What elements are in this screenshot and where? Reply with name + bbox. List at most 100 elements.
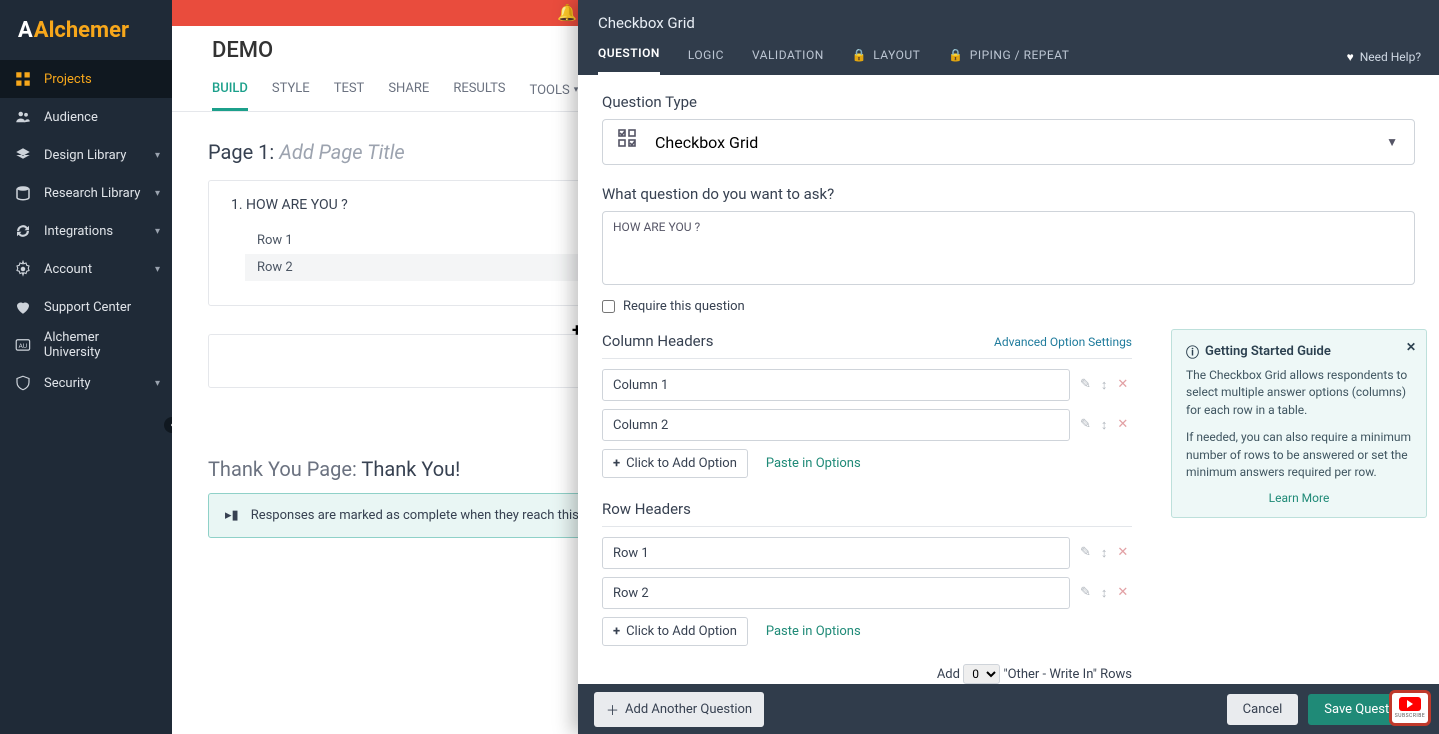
sidebar-item-label: Support Center xyxy=(44,300,131,315)
heart-icon: ♥ xyxy=(1347,50,1354,64)
bell-icon[interactable]: 🔔 xyxy=(557,3,577,22)
advanced-option-settings-link[interactable]: Advanced Option Settings xyxy=(994,335,1132,349)
sidebar-item-label: Projects xyxy=(44,72,92,87)
column-option-row: ✎ ↕ ✕ xyxy=(602,409,1132,441)
modal-title: Checkbox Grid xyxy=(598,14,1419,32)
au-icon: AU xyxy=(14,336,32,354)
delete-icon[interactable]: ✕ xyxy=(1117,377,1128,393)
add-another-question-button[interactable]: ＋Add Another Question xyxy=(594,692,764,727)
sidebar-item-research-library[interactable]: Research Library ▾ xyxy=(0,174,172,212)
sidebar-item-label: Security xyxy=(44,376,91,391)
sidebar-item-university[interactable]: AU Alchemer University xyxy=(0,326,172,364)
modal-tab-question[interactable]: QUESTION xyxy=(598,46,660,75)
delete-icon[interactable]: ✕ xyxy=(1117,585,1128,601)
sidebar-item-audience[interactable]: Audience xyxy=(0,98,172,136)
chevron-down-icon: ▾ xyxy=(155,226,160,237)
info-icon: ⓘ xyxy=(1186,342,1199,361)
heart-icon xyxy=(14,298,32,316)
tab-test[interactable]: TEST xyxy=(334,81,365,111)
require-checkbox[interactable] xyxy=(602,300,615,313)
modal-header: Checkbox Grid QUESTION LOGIC VALIDATION … xyxy=(578,0,1439,75)
close-icon[interactable]: ✕ xyxy=(1406,340,1416,354)
edit-icon[interactable]: ✎ xyxy=(1080,545,1091,561)
modal-tab-layout[interactable]: 🔒LAYOUT xyxy=(852,46,921,75)
sidebar-item-support[interactable]: Support Center xyxy=(0,288,172,326)
youtube-play-icon xyxy=(1399,697,1421,711)
row-option-input[interactable] xyxy=(602,537,1070,569)
edit-icon[interactable]: ✎ xyxy=(1080,377,1091,393)
move-icon[interactable]: ↕ xyxy=(1101,417,1108,433)
youtube-subscribe-label: SUBSCRIBE xyxy=(1395,713,1425,719)
column-option-input[interactable] xyxy=(602,369,1070,401)
question-text-input[interactable]: HOW ARE YOU ? xyxy=(602,211,1415,285)
sidebar-item-label: Design Library xyxy=(44,148,126,163)
modal-tab-validation[interactable]: VALIDATION xyxy=(752,46,824,75)
plus-icon: ＋ xyxy=(606,700,619,719)
move-icon[interactable]: ↕ xyxy=(1101,545,1108,561)
people-icon xyxy=(14,108,32,126)
delete-icon[interactable]: ✕ xyxy=(1117,545,1128,561)
modal-tab-piping[interactable]: 🔒PIPING / REPEAT xyxy=(948,46,1069,75)
caret-down-icon: ▼ xyxy=(1386,135,1398,149)
column-option-input[interactable] xyxy=(602,409,1070,441)
tab-share[interactable]: SHARE xyxy=(388,81,429,111)
database-icon xyxy=(14,184,32,202)
learn-more-link[interactable]: Learn More xyxy=(1186,491,1412,505)
sidebar-item-label: Account xyxy=(44,262,92,277)
getting-started-guide: ✕ ⓘGetting Started Guide The Checkbox Gr… xyxy=(1171,329,1427,518)
chevron-down-icon: ▾ xyxy=(155,264,160,275)
question-type-select[interactable]: Checkbox Grid ▼ xyxy=(602,119,1415,165)
need-help-link[interactable]: ♥Need Help? xyxy=(1347,50,1421,64)
edit-icon[interactable]: ✎ xyxy=(1080,585,1091,601)
question-type-label: Question Type xyxy=(602,93,1415,111)
row-option-input[interactable] xyxy=(602,577,1070,609)
modal-footer: ＋Add Another Question Cancel Save Questi… xyxy=(578,684,1439,734)
move-icon[interactable]: ↕ xyxy=(1101,585,1108,601)
logo-text: AAlchemer xyxy=(18,18,129,43)
layers-icon xyxy=(14,146,32,164)
sidebar-item-projects[interactable]: Projects xyxy=(0,60,172,98)
tab-build[interactable]: BUILD xyxy=(212,81,248,111)
guide-title: ⓘGetting Started Guide xyxy=(1186,342,1412,361)
tab-tools[interactable]: TOOLS▾ xyxy=(530,81,579,111)
move-icon[interactable]: ↕ xyxy=(1101,377,1108,393)
paste-columns-link[interactable]: Paste in Options xyxy=(766,456,861,471)
guide-text: If needed, you can also require a minimu… xyxy=(1186,429,1412,481)
shield-icon xyxy=(14,374,32,392)
lock-icon: 🔒 xyxy=(852,48,867,62)
guide-text: The Checkbox Grid allows respondents to … xyxy=(1186,367,1412,419)
question-type-value: Checkbox Grid xyxy=(655,133,758,152)
sidebar: AAlchemer Projects Audience Design Libra… xyxy=(0,0,172,734)
svg-text:AU: AU xyxy=(18,342,27,350)
page-title-placeholder[interactable]: Add Page Title xyxy=(279,140,404,164)
sidebar-item-label: Audience xyxy=(44,110,98,125)
sidebar-item-label: Research Library xyxy=(44,186,140,201)
paste-rows-link[interactable]: Paste in Options xyxy=(766,624,861,639)
lock-icon: 🔒 xyxy=(948,48,963,62)
sidebar-item-account[interactable]: Account ▾ xyxy=(0,250,172,288)
other-rows-select[interactable]: 0 xyxy=(963,664,1000,684)
checkbox-grid-icon xyxy=(617,128,641,156)
require-question-toggle[interactable]: Require this question xyxy=(602,299,1415,314)
sidebar-item-label: Integrations xyxy=(44,224,113,239)
modal-tab-logic[interactable]: LOGIC xyxy=(688,46,724,75)
delete-icon[interactable]: ✕ xyxy=(1117,417,1128,433)
add-column-option-button[interactable]: +Click to Add Option xyxy=(602,449,748,478)
sidebar-item-design-library[interactable]: Design Library ▾ xyxy=(0,136,172,174)
row-headers-label: Row Headers xyxy=(602,500,1132,518)
question-text-label: What question do you want to ask? xyxy=(602,185,1415,203)
column-option-row: ✎ ↕ ✕ xyxy=(602,369,1132,401)
tab-results[interactable]: RESULTS xyxy=(453,81,505,111)
youtube-subscribe-badge[interactable]: SUBSCRIBE xyxy=(1389,690,1431,726)
other-rows-control: Add 0 "Other - Write In" Rows xyxy=(602,664,1132,684)
edit-icon[interactable]: ✎ xyxy=(1080,417,1091,433)
sidebar-item-security[interactable]: Security ▾ xyxy=(0,364,172,402)
question-editor-modal: Checkbox Grid QUESTION LOGIC VALIDATION … xyxy=(578,0,1439,734)
grid-icon xyxy=(14,70,32,88)
chevron-down-icon: ▾ xyxy=(155,378,160,389)
flag-icon: ▸▮ xyxy=(225,508,239,523)
tab-style[interactable]: STYLE xyxy=(272,81,310,111)
add-row-option-button[interactable]: +Click to Add Option xyxy=(602,617,748,646)
cancel-button[interactable]: Cancel xyxy=(1227,694,1299,725)
sidebar-item-integrations[interactable]: Integrations ▾ xyxy=(0,212,172,250)
